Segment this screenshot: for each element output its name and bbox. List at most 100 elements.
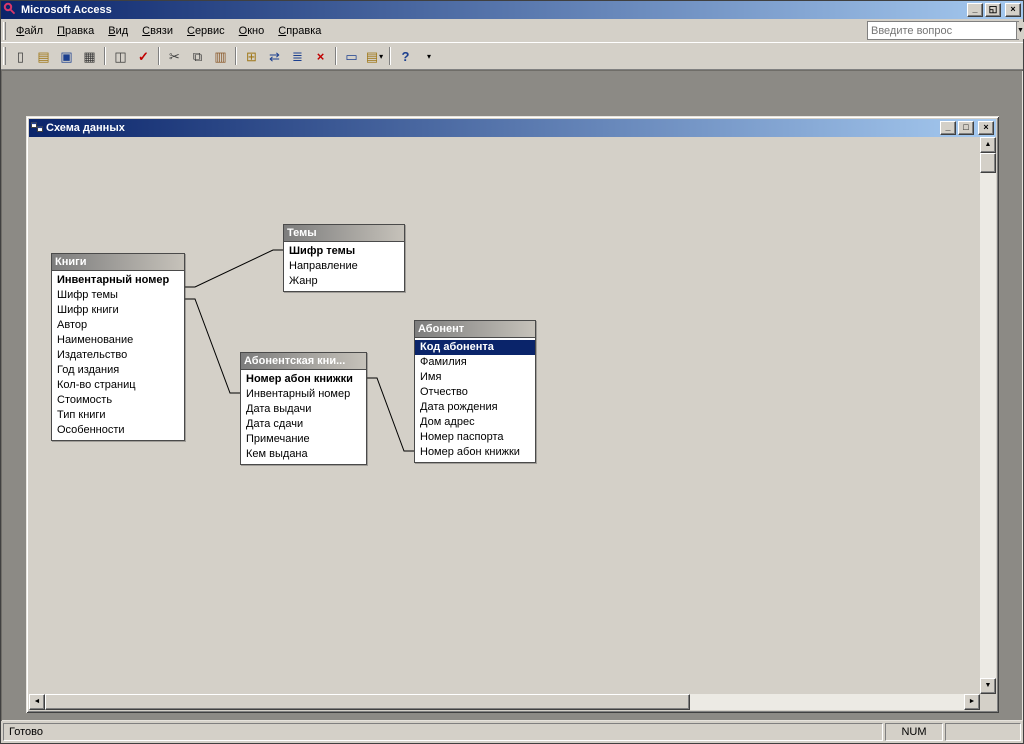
table-field-row[interactable]: Примечание — [241, 432, 366, 447]
print-button[interactable]: ▦ — [78, 45, 101, 67]
mdi-workspace: Схема данных _ □ × Книги Инвентарный ном… — [1, 70, 1023, 721]
table-field-row[interactable]: Кем выдана — [241, 447, 366, 462]
vertical-scrollbar[interactable]: ▲ ▼ — [980, 137, 996, 694]
table-field-row[interactable]: Номер паспорта — [415, 430, 535, 445]
table-field-row[interactable]: Инвентарный номер — [241, 387, 366, 402]
ask-question-combo[interactable]: ▼ — [867, 21, 1024, 40]
relationships-window: Схема данных _ □ × Книги Инвентарный ном… — [26, 116, 999, 713]
clear-layout-x-icon: × — [316, 48, 325, 64]
copy-button[interactable]: ⧉ — [186, 45, 209, 67]
clear-layout-button[interactable]: × — [309, 45, 332, 67]
table-box-books[interactable]: Книги Инвентарный номер Шифр темы Шифр к… — [51, 253, 185, 441]
table-header[interactable]: Абонент — [415, 321, 535, 338]
new-object-button[interactable]: ▤ ▾ — [363, 45, 386, 67]
table-field-row[interactable]: Год издания — [52, 363, 184, 378]
menu-item-file[interactable]: Файл — [9, 22, 50, 40]
table-field-row-selected[interactable]: Код абонента — [415, 340, 535, 355]
table-box-subscriber[interactable]: Абонент Код абонента Фамилия Имя Отчеств… — [414, 320, 536, 463]
table-field-row[interactable]: Инвентарный номер — [52, 273, 184, 288]
table-field-row[interactable]: Шифр темы — [284, 244, 404, 259]
table-field-row[interactable]: Тип книги — [52, 408, 184, 423]
database-window-button[interactable]: ▭ — [340, 45, 363, 67]
table-header[interactable]: Книги — [52, 254, 184, 271]
menu-item-tools[interactable]: Сервис — [180, 22, 232, 40]
scroll-down-icon[interactable]: ▼ — [980, 678, 996, 694]
all-relationships-button[interactable]: ≣ — [286, 45, 309, 67]
toolbar-options-button[interactable]: ▾ — [417, 45, 440, 67]
print-preview-icon: ◫ — [114, 48, 127, 64]
table-field-row[interactable]: Дата сдачи — [241, 417, 366, 432]
new-button[interactable]: ▯ — [9, 45, 32, 67]
minimize-button[interactable]: _ — [967, 3, 983, 17]
table-field-row[interactable]: Жанр — [284, 274, 404, 289]
table-field-list: Инвентарный номер Шифр темы Шифр книги А… — [52, 271, 184, 440]
table-field-row[interactable]: Кол-во страниц — [52, 378, 184, 393]
table-field-row[interactable]: Автор — [52, 318, 184, 333]
close-button[interactable]: × — [1005, 3, 1021, 17]
horizontal-scrollbar[interactable]: ◄ ► — [29, 694, 980, 710]
relationship-toolbar: ▯ ▤ ▣ ▦ ◫ ✓ ✂ ⧉ ▥ ⊞ ⇄ ≣ × ▭ ▤ ▾ ? ▾ — [1, 43, 1023, 70]
table-field-row[interactable]: Номер абон книжки — [415, 445, 535, 460]
schema-maximize-button[interactable]: □ — [958, 121, 974, 135]
copy-icon: ⧉ — [192, 48, 203, 64]
vertical-scroll-thumb[interactable] — [980, 153, 996, 173]
table-field-row[interactable]: Направление — [284, 259, 404, 274]
table-field-row[interactable]: Фамилия — [415, 355, 535, 370]
spelling-button[interactable]: ✓ — [132, 45, 155, 67]
menu-item-edit[interactable]: Правка — [50, 22, 101, 40]
table-field-row[interactable]: Шифр книги — [52, 303, 184, 318]
table-field-row[interactable]: Дата рождения — [415, 400, 535, 415]
table-field-row[interactable]: Шифр темы — [52, 288, 184, 303]
chevron-down-icon: ▾ — [426, 51, 431, 61]
save-button[interactable]: ▣ — [55, 45, 78, 67]
direct-relationships-button[interactable]: ⇄ — [263, 45, 286, 67]
restore-button[interactable]: ◱ — [985, 3, 1001, 17]
menu-item-view[interactable]: Вид — [101, 22, 135, 40]
table-field-list: Код абонента Фамилия Имя Отчество Дата р… — [415, 338, 535, 462]
horizontal-scroll-thumb[interactable] — [45, 694, 690, 710]
print-icon: ▦ — [83, 48, 96, 64]
print-preview-button[interactable]: ◫ — [109, 45, 132, 67]
table-field-row[interactable]: Дом адрес — [415, 415, 535, 430]
all-relationships-icon: ≣ — [292, 48, 303, 64]
relationships-canvas[interactable]: Книги Инвентарный номер Шифр темы Шифр к… — [29, 137, 980, 694]
table-field-row[interactable]: Издательство — [52, 348, 184, 363]
toolbar-grip[interactable] — [3, 47, 6, 65]
menubar-grip[interactable] — [3, 21, 6, 40]
table-field-row[interactable]: Особенности — [52, 423, 184, 438]
paste-button[interactable]: ▥ — [209, 45, 232, 67]
table-field-row[interactable]: Имя — [415, 370, 535, 385]
scroll-up-icon[interactable]: ▲ — [980, 137, 996, 153]
scroll-right-icon[interactable]: ► — [964, 694, 980, 710]
table-header[interactable]: Темы — [284, 225, 404, 242]
scroll-left-icon[interactable]: ◄ — [29, 694, 45, 710]
menu-item-help[interactable]: Справка — [271, 22, 328, 40]
open-button[interactable]: ▤ — [32, 45, 55, 67]
menu-item-relationships[interactable]: Связи — [135, 22, 180, 40]
table-field-row[interactable]: Отчество — [415, 385, 535, 400]
table-field-row[interactable]: Стоимость — [52, 393, 184, 408]
cut-button[interactable]: ✂ — [163, 45, 186, 67]
show-table-icon: ⊞ — [246, 48, 257, 64]
relationships-titlebar[interactable]: Схема данных _ □ × — [29, 119, 996, 137]
table-box-themes[interactable]: Темы Шифр темы Направление Жанр — [283, 224, 405, 292]
database-window-icon: ▭ — [345, 48, 358, 64]
table-field-row[interactable]: Дата выдачи — [241, 402, 366, 417]
table-box-subscriber-card[interactable]: Абонентская кни... Номер абон книжки Инв… — [240, 352, 367, 465]
help-button[interactable]: ? — [394, 45, 417, 67]
show-table-button[interactable]: ⊞ — [240, 45, 263, 67]
toolbar-separator — [158, 47, 160, 65]
table-header[interactable]: Абонентская кни... — [241, 353, 366, 370]
paste-clipboard-icon: ▥ — [214, 48, 227, 64]
main-titlebar: Microsoft Access _ ◱ × — [1, 1, 1023, 19]
table-field-row[interactable]: Наименование — [52, 333, 184, 348]
schema-close-button[interactable]: × — [978, 121, 994, 135]
schema-minimize-button[interactable]: _ — [940, 121, 956, 135]
chevron-down-icon[interactable]: ▼ — [1016, 22, 1024, 39]
ask-question-input[interactable] — [868, 22, 1016, 39]
relationship-line-books-card — [185, 298, 240, 394]
access-app-icon — [3, 2, 17, 19]
toolbar-separator — [335, 47, 337, 65]
menu-item-window[interactable]: Окно — [232, 22, 272, 40]
table-field-row[interactable]: Номер абон книжки — [241, 372, 366, 387]
